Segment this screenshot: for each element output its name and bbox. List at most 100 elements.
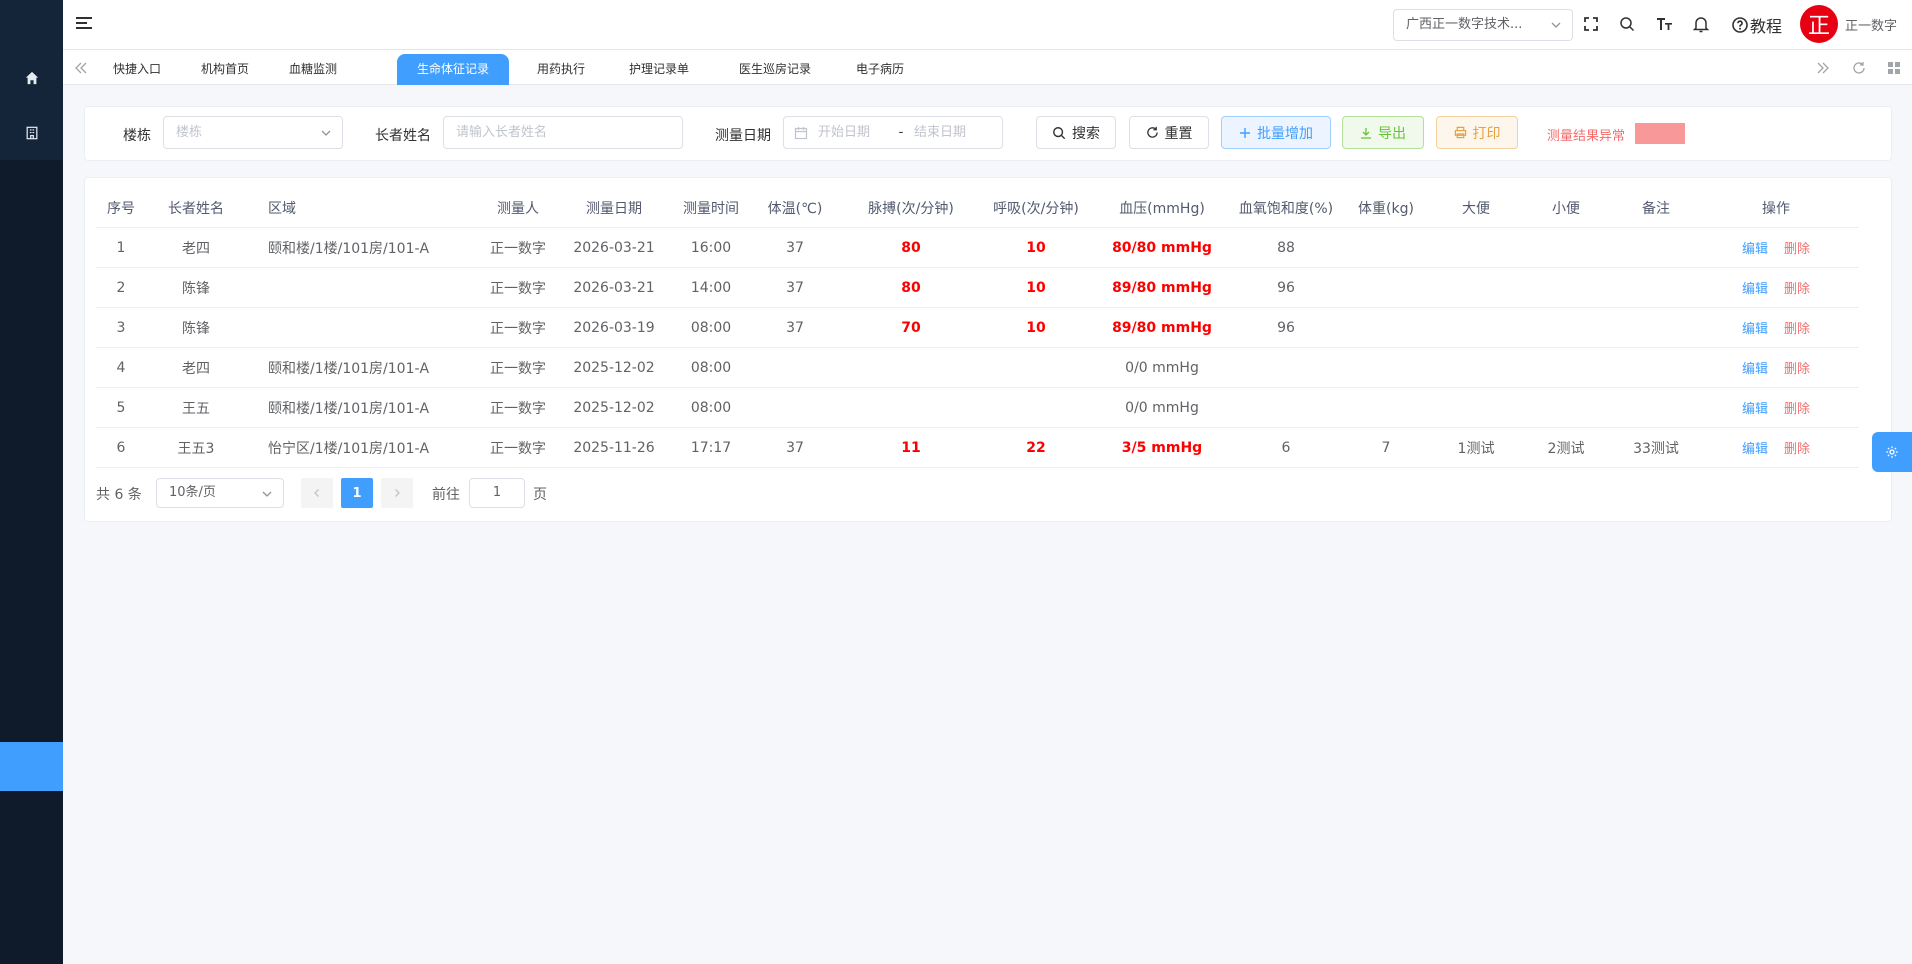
page-size-select[interactable]: 10条/页 [156,478,284,508]
cell-spo2 [1236,348,1336,387]
cell-measurer: 正一数字 [490,440,546,457]
next-page-button[interactable] [381,478,413,508]
refresh-icon[interactable] [1849,58,1869,78]
bell-icon[interactable] [1691,14,1711,34]
building-label: 楼栋 [123,128,151,144]
delete-link[interactable]: 删除 [1784,318,1810,337]
col-header-date: 测量日期 [586,200,642,217]
tutorial-link[interactable]: 教程 [1732,13,1782,37]
avatar[interactable]: 正 [1800,5,1838,43]
table-row: 4 老四 颐和楼/1楼/101房/101-A 正一数字 2025-12-02 08:00 0… [96,348,1859,388]
elder-name-placeholder: 请输入长者姓名 [456,125,548,140]
cell-time: 17:17 [690,439,732,456]
edit-link[interactable]: 编辑 [1742,438,1768,457]
edit-link[interactable]: 编辑 [1742,398,1768,417]
cell-temp [750,348,840,387]
print-button[interactable]: 打印 [1436,116,1518,149]
col-header-actions: 操作 [1762,200,1790,217]
menu-toggle-icon[interactable] [76,17,92,31]
font-size-icon[interactable] [1655,14,1675,34]
cell-elder-name: 王五 [182,400,210,417]
edit-link[interactable]: 编辑 [1742,238,1768,257]
double-chevron-right-icon[interactable] [1813,58,1833,78]
tab-blood-glucose[interactable]: 血糖监测 [273,54,353,85]
cell-elder-name: 老四 [182,240,210,257]
tab-org-home[interactable]: 机构首页 [185,54,265,85]
cell-measurer: 正一数字 [490,280,546,297]
batch-add-button[interactable]: 批量增加 [1221,116,1331,149]
cell-spo2 [1236,388,1336,427]
cell-temp: 37 [786,439,804,456]
tab-nursing-record[interactable]: 护理记录单 [609,54,709,85]
building-select[interactable]: 楼栋 [163,116,343,149]
cell-measurer: 正一数字 [490,400,546,417]
cell-remark [1626,228,1686,267]
goto-page-input[interactable]: 1 [469,478,525,508]
cell-date: 2025-12-02 [573,399,655,416]
prev-page-button[interactable] [301,478,333,508]
username[interactable]: 正一数字 [1845,15,1897,34]
cell-pulse: 11 [901,439,921,456]
cell-measurer: 正一数字 [490,320,546,337]
fullscreen-icon[interactable] [1581,14,1601,34]
col-header-resp: 呼吸(次/分钟) [993,200,1079,217]
delete-link[interactable]: 删除 [1784,398,1810,417]
batch-add-button-label: 批量增加 [1257,125,1313,142]
edit-link[interactable]: 编辑 [1742,358,1768,377]
table-body: 1 老四 颐和楼/1楼/101房/101-A 正一数字 2026-03-21 16:00 3… [96,228,1859,468]
page-number-current[interactable]: 1 [341,478,373,508]
export-button[interactable]: 导出 [1342,116,1424,149]
elder-name-input[interactable]: 请输入长者姓名 [443,116,683,149]
start-date-placeholder[interactable]: 开始日期 [818,117,890,148]
cell-actions: 编辑 删除 [1716,268,1836,307]
cell-spo2: 6 [1281,439,1291,456]
cell-urine [1536,308,1596,347]
date-range-picker[interactable]: 开始日期 - 结束日期 [783,116,1003,149]
tags-view-bar: 快捷入口 机构首页 血糖监测 生命体征记录 用药执行 护理记录单 医生巡房记录 … [63,50,1912,85]
delete-link[interactable]: 删除 [1784,238,1810,257]
refresh-icon [1146,126,1158,138]
org-selector[interactable]: 广西正一数字技术... [1393,9,1573,41]
chevron-down-icon [321,130,331,136]
col-header-name: 长者姓名 [168,200,224,217]
cell-stool: 1测试 [1457,440,1495,457]
cell-pulse: 70 [901,319,921,336]
home-icon[interactable] [0,63,63,93]
settings-fab[interactable] [1872,432,1912,472]
search-button[interactable]: 搜索 [1036,116,1116,149]
cell-stool [1446,348,1506,387]
end-date-placeholder[interactable]: 结束日期 [914,117,966,148]
building-icon[interactable] [0,118,63,148]
edit-link[interactable]: 编辑 [1742,278,1768,297]
double-chevron-left-icon[interactable] [71,58,91,78]
tab-emr[interactable]: 电子病历 [835,54,925,85]
help-icon [1732,17,1748,33]
tab-medication[interactable]: 用药执行 [521,54,601,85]
cell-date: 2025-12-02 [573,359,655,376]
col-header-area: 区域 [268,200,296,217]
cell-pulse [866,388,956,427]
cell-area: 颐和楼/1楼/101房/101-A [268,360,430,377]
tutorial-label: 教程 [1750,17,1783,36]
tab-quick-entry[interactable]: 快捷入口 [97,54,177,85]
cell-time: 14:00 [690,279,732,296]
cell-weight: 7 [1381,439,1391,456]
pagination-total: 共 6 条 [96,487,142,503]
col-header-pulse: 脉搏(次/分钟) [868,200,954,217]
sidebar-active-item[interactable] [0,742,63,791]
search-icon[interactable] [1617,14,1637,34]
abnormal-legend-label: 测量结果异常 [1547,129,1626,144]
cell-measurer: 正一数字 [490,360,546,377]
delete-link[interactable]: 删除 [1784,358,1810,377]
reset-button[interactable]: 重置 [1129,116,1209,149]
tab-vital-signs[interactable]: 生命体征记录 [397,54,509,85]
tab-doctor-rounds[interactable]: 医生巡房记录 [719,54,831,85]
cell-date: 2025-11-26 [573,439,655,456]
col-header-urine: 小便 [1552,200,1580,217]
grid-menu-icon[interactable] [1884,58,1904,78]
filter-form: 楼栋 楼栋 长者姓名 请输入长者姓名 测量日期 开始日期 - 结束日期 搜索 重… [84,106,1892,161]
delete-link[interactable]: 删除 [1784,278,1810,297]
cell-elder-name: 陈锋 [182,280,210,297]
delete-link[interactable]: 删除 [1784,438,1810,457]
edit-link[interactable]: 编辑 [1742,318,1768,337]
